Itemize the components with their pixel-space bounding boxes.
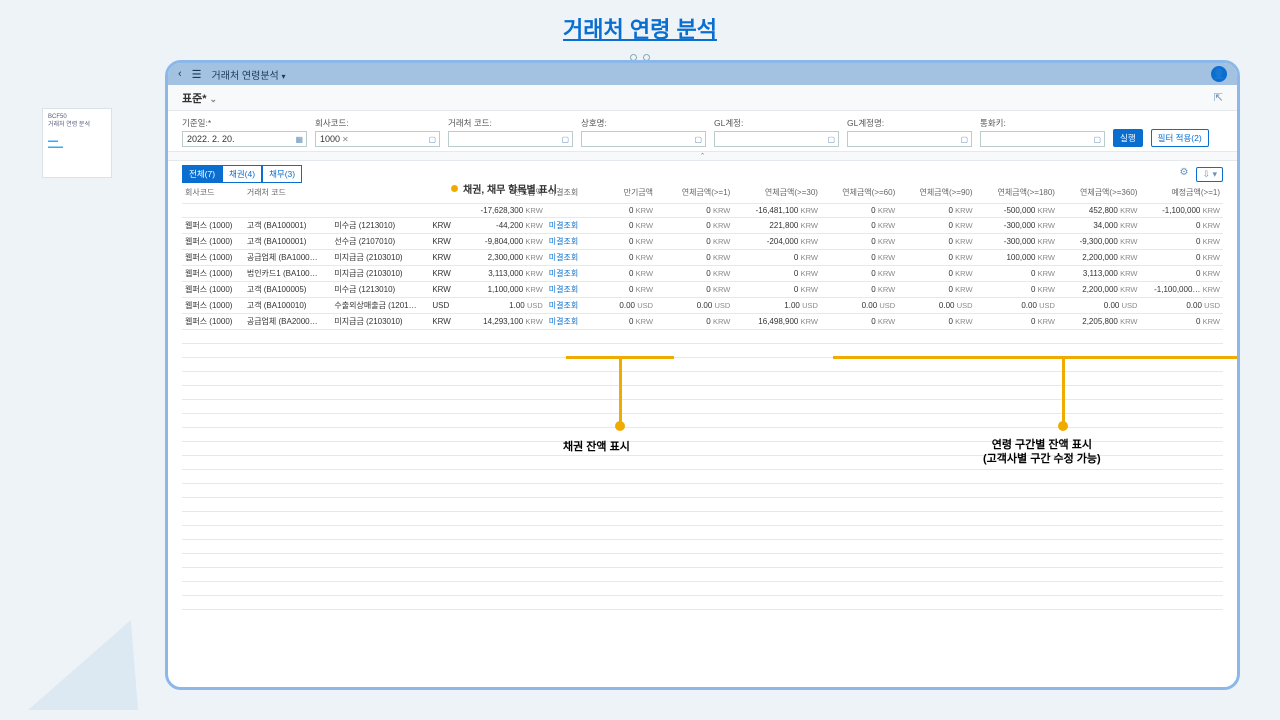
partnercode-input[interactable]: ▢	[448, 131, 573, 147]
valuehelp-icon[interactable]: ▢	[694, 135, 702, 144]
valuehelp-icon[interactable]: ▢	[960, 135, 968, 144]
filter-label-company: 회사코드:	[315, 117, 440, 129]
filter-bar: 기준일:* 2022. 2. 20.▦ 회사코드: 1000✕▢ 거래처 코드:…	[168, 111, 1237, 151]
variant-bar: 표준*⌄ ⇱	[168, 85, 1237, 111]
share-icon[interactable]: ⇱	[1214, 91, 1223, 104]
chevron-down-icon: ⌄	[210, 94, 218, 104]
col-sched[interactable]: 예정금액(>=1)	[1140, 183, 1223, 203]
go-button[interactable]: 실행	[1113, 129, 1143, 147]
shell-header: ‹ ☰ 거래처 연령분석 ▾ 👤	[168, 63, 1237, 85]
filter-label-currency: 통화키:	[980, 117, 1105, 129]
currency-input[interactable]: ▢	[980, 131, 1105, 147]
settings-icon[interactable]: ⚙	[1179, 167, 1188, 182]
export-button[interactable]: ⇩ ▾	[1196, 167, 1223, 182]
col-ov360[interactable]: 연체금액(>=360)	[1058, 183, 1140, 203]
gl-input[interactable]: ▢	[714, 131, 839, 147]
back-icon[interactable]: ‹	[178, 68, 182, 80]
thumb-code: BCF50	[48, 114, 106, 122]
table-row-empty	[182, 385, 1223, 399]
annotation-dot	[615, 421, 625, 431]
app-frame: ‹ ☰ 거래처 연령분석 ▾ 👤 표준*⌄ ⇱ 기준일:* 2022. 2. 2…	[165, 60, 1240, 690]
col-ov30[interactable]: 연체금액(>=30)	[733, 183, 821, 203]
table-row[interactable]: 웹퍼스 (1000)고객 (BA100001)미수금 (1213010)KRW-…	[182, 217, 1223, 233]
openitem-link[interactable]: 미결조회	[549, 253, 578, 262]
col-partner[interactable]: 거래처 코드	[244, 183, 332, 203]
annotation-aging: 연령 구간별 잔액 표시(고객사별 구간 수정 가능)	[983, 438, 1101, 467]
partnername-input[interactable]: ▢	[581, 131, 706, 147]
basedate-input[interactable]: 2022. 2. 20.▦	[182, 131, 307, 147]
col-ov60[interactable]: 연체금액(>=60)	[821, 183, 898, 203]
tab-all[interactable]: 전체(7)	[182, 165, 222, 183]
tab-bar: 전체(7) 채권(4) 채무(3)	[182, 165, 302, 183]
company-input[interactable]: 1000✕▢	[315, 131, 440, 147]
variant-selector[interactable]: 표준*⌄	[182, 90, 217, 106]
valuehelp-icon[interactable]: ▢	[827, 135, 835, 144]
openitem-link[interactable]: 미결조회	[549, 221, 578, 230]
openitem-link[interactable]: 미결조회	[549, 301, 578, 310]
calendar-icon[interactable]: ▦	[295, 135, 303, 144]
filter-label-partnername: 상호명:	[581, 117, 706, 129]
openitem-link[interactable]: 미결조회	[549, 285, 578, 294]
col-ov1[interactable]: 연체금액(>=1)	[656, 183, 733, 203]
clear-icon[interactable]: ✕	[342, 135, 349, 144]
table-row-empty	[182, 357, 1223, 371]
table-row-empty	[182, 511, 1223, 525]
col-due[interactable]: 만기금액	[589, 183, 656, 203]
glname-input[interactable]: ▢	[847, 131, 972, 147]
table-row-empty	[182, 399, 1223, 413]
openitem-link[interactable]: 미결조회	[549, 317, 578, 326]
col-company[interactable]: 회사코드	[182, 183, 244, 203]
col-ov90[interactable]: 연체금액(>=90)	[898, 183, 975, 203]
table-row[interactable]: 웹퍼스 (1000)고객 (BA100005)미수금 (1213010)KRW1…	[182, 281, 1223, 297]
user-avatar-icon[interactable]: 👤	[1211, 66, 1227, 82]
annotation-line	[833, 356, 1240, 359]
page-corner-fold	[28, 620, 186, 710]
table-row-empty	[182, 343, 1223, 357]
filter-label-partner: 거래처 코드:	[448, 117, 573, 129]
menu-icon[interactable]: ☰	[192, 68, 202, 81]
table-row-empty	[182, 469, 1223, 483]
thumb-preview: ▬▬▬▬▬	[48, 138, 106, 151]
annotation-dot	[1058, 421, 1068, 431]
annotation-stem	[1062, 356, 1065, 424]
table-row-empty	[182, 497, 1223, 511]
table-row[interactable]: 웹퍼스 (1000)고객 (BA100001)선수금 (2107010)KRW-…	[182, 233, 1223, 249]
table-row-empty	[182, 595, 1223, 609]
valuehelp-icon[interactable]: ▢	[428, 135, 436, 144]
page-nav-title[interactable]: 거래처 연령분석 ▾	[212, 67, 286, 82]
table-row-empty	[182, 525, 1223, 539]
page-title: 거래처 연령 분석	[0, 0, 1280, 52]
tab-receivable[interactable]: 채권(4)	[222, 165, 262, 183]
valuehelp-icon[interactable]: ▢	[1093, 135, 1101, 144]
table-row[interactable]: 웹퍼스 (1000)공급업체 (BA1000…미지급금 (2103010)KRW…	[182, 249, 1223, 265]
thumb-title: 거래처 연령 분석	[48, 122, 106, 130]
table-row-empty	[182, 553, 1223, 567]
collapse-bar[interactable]: ⌃	[168, 151, 1237, 161]
chevron-down-icon: ▾	[282, 72, 286, 81]
table-row-empty	[182, 371, 1223, 385]
slide-thumbnail[interactable]: BCF50 거래처 연령 분석 ▬▬▬▬▬	[42, 108, 112, 178]
table-row[interactable]: 웹퍼스 (1000)공급업체 (BA2000…미지급금 (2103010)KRW…	[182, 313, 1223, 329]
table-row-empty	[182, 567, 1223, 581]
annotation-balance: 채권 잔액 표시	[563, 438, 630, 454]
filter-label-gl: GL계정:	[714, 117, 839, 129]
table-row-empty	[182, 483, 1223, 497]
table-row[interactable]: 웹퍼스 (1000)법인카드1 (BA100…미지급금 (2103010)KRW…	[182, 265, 1223, 281]
table-row-empty	[182, 581, 1223, 595]
openitem-link[interactable]: 미결조회	[549, 269, 578, 278]
filter-label-basedate: 기준일:*	[182, 117, 307, 129]
tab-payable[interactable]: 채무(3)	[262, 165, 302, 183]
table-row[interactable]: 웹퍼스 (1000)고객 (BA100010)수출외상매출금 (1201…USD…	[182, 297, 1223, 313]
aging-table: 회사코드 거래처 코드 전표금액 미결조회 만기금액 연체금액(>=1) 연체금…	[182, 183, 1223, 610]
callout-tablabel: 채권, 채무 항목별 표시	[451, 181, 557, 196]
table-row-empty	[182, 329, 1223, 343]
table-row-empty	[182, 539, 1223, 553]
adapt-filters-button[interactable]: 필터 적용(2)	[1151, 129, 1209, 147]
filter-label-glname: GL계정명:	[847, 117, 972, 129]
col-gl[interactable]	[331, 183, 429, 203]
col-ov180[interactable]: 연체금액(>=180)	[976, 183, 1058, 203]
openitem-link[interactable]: 미결조회	[549, 237, 578, 246]
valuehelp-icon[interactable]: ▢	[561, 135, 569, 144]
annotation-stem	[619, 356, 622, 424]
